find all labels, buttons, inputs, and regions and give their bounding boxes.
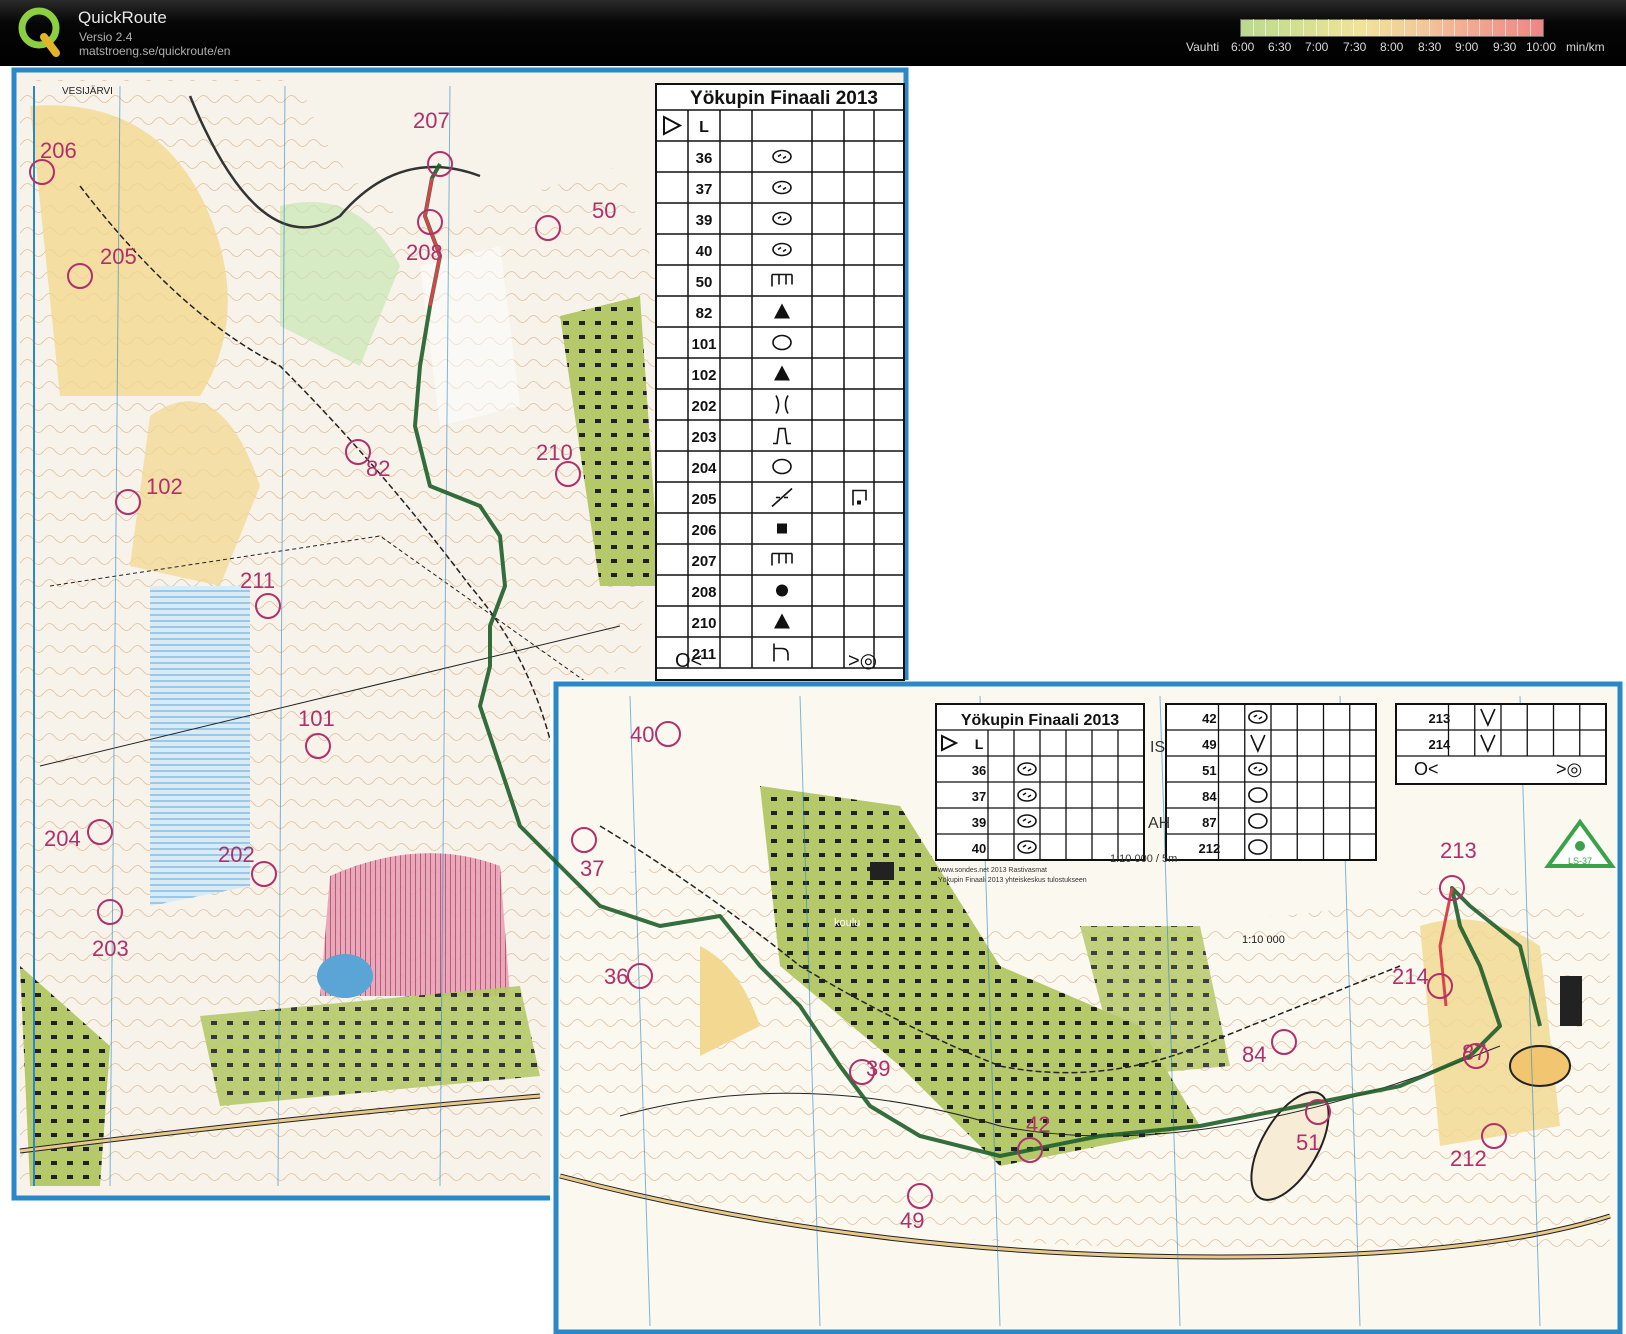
pace-tick: 9:30 bbox=[1493, 40, 1517, 54]
fine-print: www.sondes.net 2013 Rastivasmat bbox=[937, 867, 1047, 874]
label-fragment: IS bbox=[1150, 739, 1165, 756]
svg-text:214: 214 bbox=[1392, 964, 1429, 989]
pace-tick: 10:00 bbox=[1526, 40, 1557, 54]
control-87: 87 bbox=[1462, 1040, 1489, 1069]
fine-print: Yökupin Finaali 2013 yhteiskeskus tulost… bbox=[938, 877, 1087, 884]
title-bar: QuickRoute Versio 2.4 matstroeng.se/quic… bbox=[0, 0, 1626, 66]
svg-text:213: 213 bbox=[1440, 838, 1477, 863]
control-code: 203 bbox=[691, 429, 716, 446]
area-label: LS-37 bbox=[1568, 856, 1592, 866]
pace-tick: 6:00 bbox=[1231, 40, 1255, 54]
pace-legend-label: Vauhti bbox=[1186, 40, 1220, 54]
control-code: 49 bbox=[1202, 737, 1216, 752]
control-code: 84 bbox=[1202, 789, 1217, 804]
pace-tick: 9:00 bbox=[1455, 40, 1479, 54]
svg-text:207: 207 bbox=[413, 108, 450, 133]
svg-text:210: 210 bbox=[536, 440, 573, 465]
description-title-2: Yökupin Finaali 2013 bbox=[961, 712, 1119, 729]
svg-text:206: 206 bbox=[40, 138, 77, 163]
app-title: QuickRoute bbox=[78, 8, 167, 27]
course-code: L bbox=[699, 119, 709, 136]
control-code: 205 bbox=[691, 491, 716, 508]
control-code: 40 bbox=[696, 243, 713, 260]
pace-unit: min/km bbox=[1566, 40, 1605, 54]
control-code: 87 bbox=[1202, 815, 1216, 830]
control-code: 39 bbox=[696, 212, 713, 229]
control-code: 214 bbox=[1429, 737, 1451, 752]
orienteering-map[interactable]: LS-37 1:10 000 koulu VESIJÄRVI 207 206 2… bbox=[0, 66, 1626, 1334]
svg-text:101: 101 bbox=[298, 706, 335, 731]
label-fragment: AH bbox=[1148, 815, 1170, 832]
control-code: 210 bbox=[691, 615, 716, 632]
control-code: 206 bbox=[691, 522, 716, 539]
dot-icon bbox=[776, 584, 788, 597]
finish-symbol-2: >◎ bbox=[1556, 759, 1582, 779]
svg-text:87: 87 bbox=[1462, 1040, 1486, 1065]
control-code: 39 bbox=[972, 815, 986, 830]
quickroute-logo-icon bbox=[18, 7, 60, 57]
square-icon bbox=[777, 523, 787, 534]
control-code: 213 bbox=[1429, 711, 1451, 726]
control-code: 50 bbox=[696, 274, 713, 291]
control-code: 36 bbox=[696, 150, 713, 167]
app-url-link[interactable]: matstroeng.se/quickroute/en bbox=[79, 44, 230, 58]
pace-tick: 8:00 bbox=[1380, 40, 1404, 54]
svg-text:49: 49 bbox=[900, 1208, 924, 1233]
control-code: 207 bbox=[691, 553, 716, 570]
description-title: Yökupin Finaali 2013 bbox=[690, 88, 878, 109]
control-code: 202 bbox=[691, 398, 716, 415]
start-symbol: O< bbox=[675, 650, 702, 672]
control-code: 212 bbox=[1199, 841, 1221, 856]
svg-text:102: 102 bbox=[146, 474, 183, 499]
control-code: 208 bbox=[691, 584, 716, 601]
svg-text:212: 212 bbox=[1450, 1146, 1487, 1171]
svg-text:202: 202 bbox=[218, 842, 255, 867]
control-code: 101 bbox=[691, 336, 716, 353]
pace-tick: 6:30 bbox=[1268, 40, 1292, 54]
svg-text:50: 50 bbox=[592, 198, 616, 223]
control-code: 82 bbox=[696, 305, 713, 322]
control-code: 40 bbox=[972, 841, 986, 856]
svg-text:208: 208 bbox=[406, 240, 443, 265]
svg-text:82: 82 bbox=[366, 456, 390, 481]
control-description-sheet-1: Yökupin Finaali 2013 L 36 37 39 40 50 82 101 10… bbox=[655, 83, 905, 681]
svg-text:51: 51 bbox=[1296, 1130, 1320, 1155]
scale-fragment: 1:10 000 / 5m bbox=[1110, 853, 1177, 865]
scale-label: 1:10 000 bbox=[1242, 934, 1285, 946]
control-code: 204 bbox=[691, 460, 717, 477]
svg-text:203: 203 bbox=[92, 936, 129, 961]
svg-text:36: 36 bbox=[604, 964, 628, 989]
course-code: L bbox=[975, 736, 984, 752]
control-code: 51 bbox=[1202, 763, 1216, 778]
svg-text:42: 42 bbox=[1026, 1112, 1050, 1137]
app-version: Versio 2.4 bbox=[79, 30, 133, 44]
control-code: 42 bbox=[1202, 711, 1216, 726]
control-code: 36 bbox=[972, 763, 986, 778]
pace-tick: 7:00 bbox=[1305, 40, 1329, 54]
school-label: koulu bbox=[834, 917, 860, 929]
finish-symbol: >◎ bbox=[848, 650, 877, 672]
svg-text:205: 205 bbox=[100, 244, 137, 269]
svg-text:204: 204 bbox=[44, 826, 81, 851]
svg-text:37: 37 bbox=[580, 856, 604, 881]
control-code: 37 bbox=[696, 181, 713, 198]
svg-text:39: 39 bbox=[866, 1056, 890, 1081]
pace-scale-gridlines bbox=[1240, 19, 1542, 36]
control-code: 37 bbox=[972, 789, 986, 804]
control-code: 102 bbox=[691, 367, 716, 384]
start-symbol-2: O< bbox=[1414, 759, 1439, 779]
svg-text:211: 211 bbox=[240, 568, 275, 593]
svg-text:84: 84 bbox=[1242, 1042, 1266, 1067]
pace-tick: 8:30 bbox=[1418, 40, 1442, 54]
pace-tick: 7:30 bbox=[1343, 40, 1367, 54]
svg-text:40: 40 bbox=[630, 722, 654, 747]
place-label: VESIJÄRVI bbox=[62, 85, 113, 97]
